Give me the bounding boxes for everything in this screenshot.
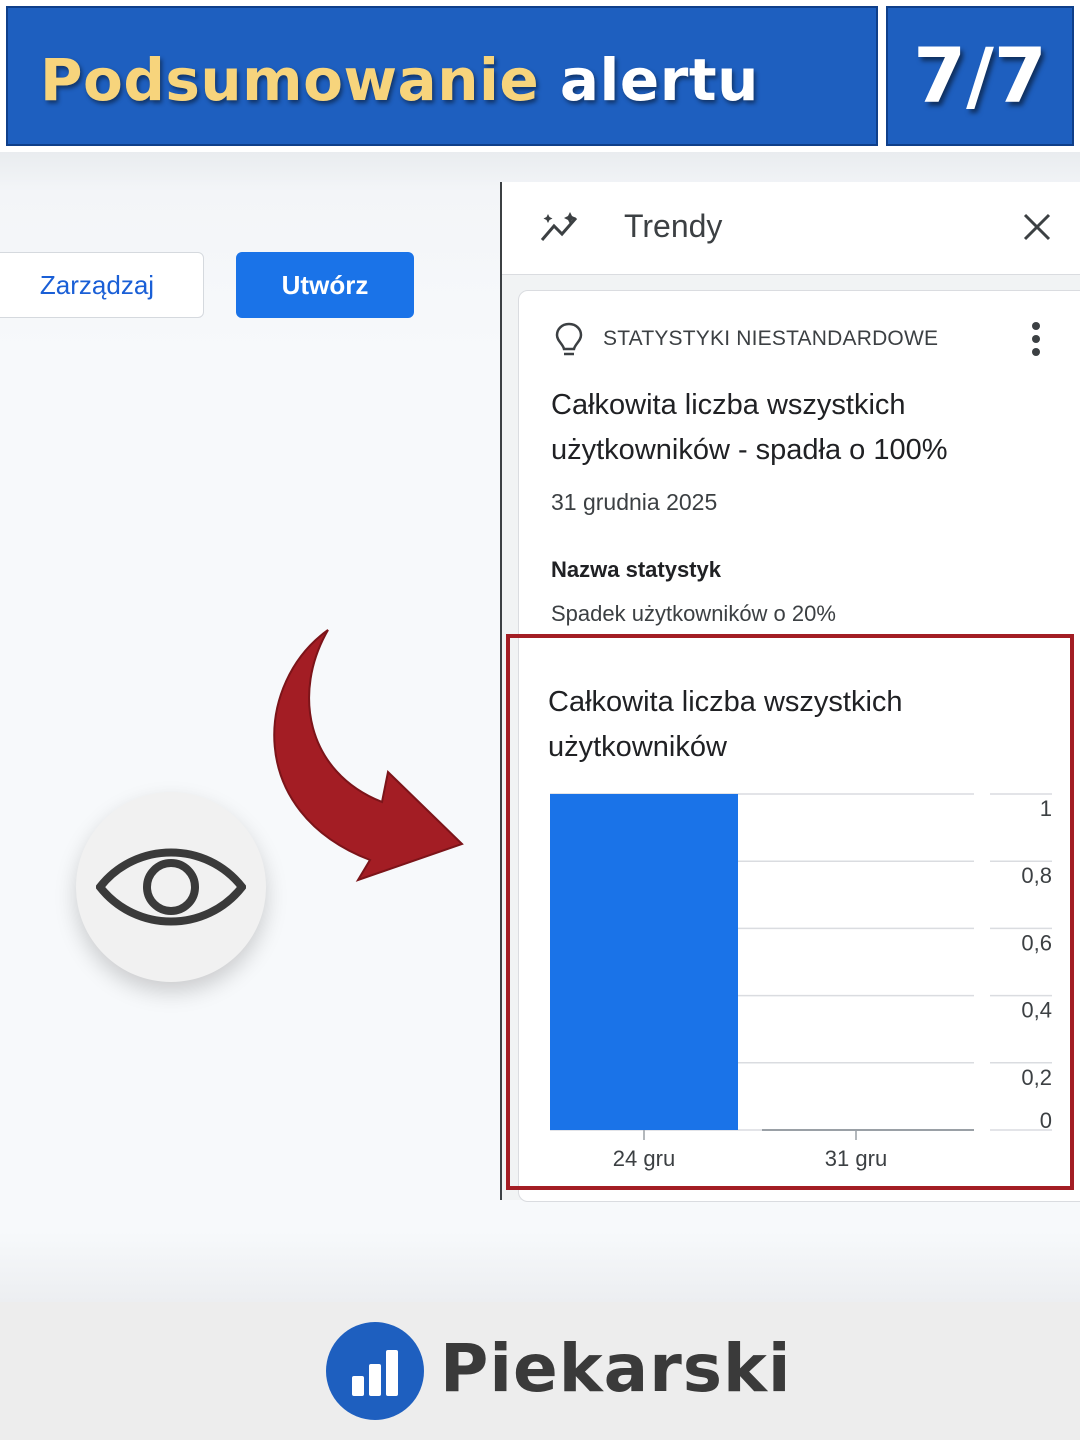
y-tick-label: 0,8 [1021, 863, 1052, 888]
title-accent: Podsumowanie [40, 46, 540, 114]
eye-icon [96, 848, 246, 926]
brand-name: Piekarski [440, 1330, 792, 1407]
stat-name-label: Nazwa statystyk [551, 557, 721, 582]
screenshot-area: Zarządzaj Utwórz Trendy STATYSTYKI NIEST… [0, 152, 1080, 1302]
more-vert-icon[interactable] [1029, 321, 1043, 357]
stat-name-value: Spadek użytkowników o 20% [551, 601, 836, 626]
card-title: Całkowita liczba wszystkich użytkowników… [551, 389, 948, 466]
bar-chart-logo-icon [352, 1350, 398, 1396]
page-title: Podsumowanie alertu [40, 46, 759, 114]
panel-header: Trendy [502, 182, 1080, 275]
bar [550, 794, 738, 1130]
y-tick-label: 0 [1040, 1108, 1052, 1133]
card-date: 31 grudnia 2025 [551, 489, 718, 515]
create-button[interactable]: Utwórz [236, 252, 414, 318]
manage-button[interactable]: Zarządzaj [0, 252, 204, 318]
title-rest: alertu [559, 46, 759, 114]
panel-title: Trendy [624, 208, 723, 244]
y-tick-label: 0,6 [1021, 930, 1052, 955]
bar-chart: 1 0,8 0,6 0,4 0,2 0 24 gru 31 gru [550, 793, 1052, 1171]
brand-logo [326, 1322, 424, 1420]
close-icon[interactable] [1022, 212, 1052, 242]
header-banner: Podsumowanie alertu 7/7 [0, 0, 1080, 152]
lightbulb-icon [555, 322, 583, 356]
y-tick-label: 0,4 [1021, 998, 1052, 1023]
y-tick-label: 0,2 [1021, 1065, 1052, 1090]
x-tick-label: 24 gru [613, 1146, 675, 1171]
curved-arrow-icon [273, 629, 464, 882]
card-kicker: STATYSTYKI NIESTANDARDOWE [603, 327, 939, 350]
step-counter: 7/7 [886, 6, 1074, 146]
eye-button [76, 792, 266, 982]
footer: Piekarski [0, 1302, 1080, 1440]
y-tick-label: 1 [1040, 796, 1052, 821]
banner-title-box: Podsumowanie alertu [6, 6, 878, 146]
trends-panel: Trendy STATYSTYKI NIESTANDARDOWE Całkowi… [500, 182, 1080, 1202]
x-tick-label: 31 gru [825, 1146, 887, 1171]
trend-icon [540, 212, 578, 241]
